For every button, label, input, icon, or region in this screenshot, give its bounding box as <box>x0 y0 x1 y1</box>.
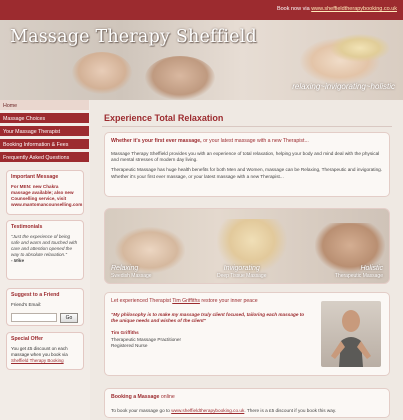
booking-text-suffix: There is a £5 discount if you book this … <box>246 408 337 413</box>
heading-divider <box>102 126 392 127</box>
strip-label-deep-tissue-title: Invigorating <box>223 265 260 272</box>
intro-heading-bold: Whether it's your first ever massage, <box>111 138 202 144</box>
intro-heading: Whether it's your first ever massage, or… <box>111 138 383 144</box>
special-offer-link[interactable]: Sheffield Therapy Booking <box>11 358 64 363</box>
page: Book now via www.sheffieldtherapybooking… <box>0 0 403 420</box>
nav-massage-choices[interactable]: Massage Choices <box>0 113 89 124</box>
booking-text-prefix: To book your massage go to <box>111 408 170 413</box>
important-heading: Important Message <box>11 174 59 180</box>
nav-home[interactable]: Home <box>0 100 89 111</box>
therapist-quote: "My philosophy is to make my massage tru… <box>111 312 305 324</box>
banner-photo-woman-left <box>72 52 132 94</box>
intro-paragraph-2: Therapeutic Massage has huge health bene… <box>111 167 383 179</box>
main-content: Experience Total Relaxation Whether it's… <box>98 100 398 420</box>
sidebar: Home Massage Choices Your Massage Therap… <box>0 100 90 420</box>
booking-box: Booking a Massage online To book your ma… <box>104 388 390 418</box>
suggest-heading: Suggest to a Friend <box>11 292 60 298</box>
booking-text: To book your massage go to www.sheffield… <box>111 408 337 413</box>
special-offer-heading: Special Offer <box>11 336 44 342</box>
massage-types-banner: Relaxing Swedish Massage Invigorating De… <box>104 208 390 284</box>
therapist-silhouette-icon <box>331 310 371 367</box>
therapist-heading-tail: restore your inner peace <box>201 298 258 304</box>
nav-faq[interactable]: Frequently Asked Questions <box>0 152 89 163</box>
site-title: Massage Therapy Sheffield <box>10 27 257 47</box>
site-tagline: relaxing~invigorating~holistic <box>292 82 395 91</box>
strip-label-deep-tissue-sub: Deep Tissue Massage <box>217 272 267 279</box>
booking-site-link[interactable]: www.sheffieldtherapybooking.co.uk <box>311 6 397 12</box>
special-offer-body: You get £5 discount on each massage when… <box>11 346 68 357</box>
therapist-heading-intro: Let experienced Therapist <box>111 298 171 304</box>
nav-booking-information[interactable]: Booking Information & Fees <box>0 139 89 150</box>
strip-label-swedish: Relaxing Swedish Massage <box>111 265 152 279</box>
friend-email-label: Friend's Email: <box>11 302 42 307</box>
strip-label-swedish-sub: Swedish Massage <box>111 272 152 279</box>
therapist-box: Let experienced Therapist Tim Griffiths … <box>104 292 390 376</box>
therapist-photo <box>321 301 381 367</box>
testimonials-heading: Testimonials <box>11 224 43 230</box>
intro-box: Whether it's your first ever massage, or… <box>104 132 390 197</box>
suggest-friend-box: Suggest to a Friend Friend's Email: Go <box>6 288 84 326</box>
special-offer-box: Special Offer You get £5 discount on eac… <box>6 332 84 370</box>
booking-heading-bold: Booking a Massage <box>111 394 160 400</box>
book-now-text: Book now via www.sheffieldtherapybooking… <box>277 6 397 12</box>
booking-heading: Booking a Massage online <box>111 394 383 400</box>
friend-email-input[interactable] <box>11 313 57 323</box>
top-bar: Book now via www.sheffieldtherapybooking… <box>0 0 403 20</box>
page-heading: Experience Total Relaxation <box>104 113 224 123</box>
important-message-box: Important Message For MEN: new Chakra ma… <box>6 170 84 215</box>
testimonial-author: - Mike <box>11 258 25 263</box>
strip-label-holistic-sub: Therapeutic Massage <box>334 272 383 279</box>
banner-photo-man-centre <box>145 56 215 100</box>
go-button[interactable]: Go <box>60 312 78 323</box>
special-offer-text: You get £5 discount on each massage when… <box>11 346 79 364</box>
intro-heading-normal: or your latest massage with a new Therap… <box>203 138 309 144</box>
therapist-name-link[interactable]: Tim Griffiths <box>172 298 200 304</box>
strip-label-holistic: Holistic Therapeutic Massage <box>334 265 383 279</box>
book-now-prefix: Book now via <box>276 6 310 12</box>
header-banner: Massage Therapy Sheffield relaxing~invig… <box>0 20 403 100</box>
booking-link[interactable]: www.sheffieldtherapybooking.co.uk <box>171 408 244 413</box>
nav-your-massage-therapist[interactable]: Your Massage Therapist <box>0 126 89 137</box>
important-text: For MEN: new Chakra massage available; a… <box>11 184 83 207</box>
testimonial-quote: "Just the experience of being safe and w… <box>11 234 78 257</box>
booking-heading-normal: online <box>160 394 175 400</box>
banner-hair-highlight <box>330 34 390 62</box>
strip-label-deep-tissue: Invigorating Deep Tissue Massage <box>217 265 267 279</box>
testimonials-box: Testimonials "Just the experience of bei… <box>6 220 84 280</box>
intro-paragraph-1: Massage Therapy Sheffield provides you w… <box>111 151 380 163</box>
